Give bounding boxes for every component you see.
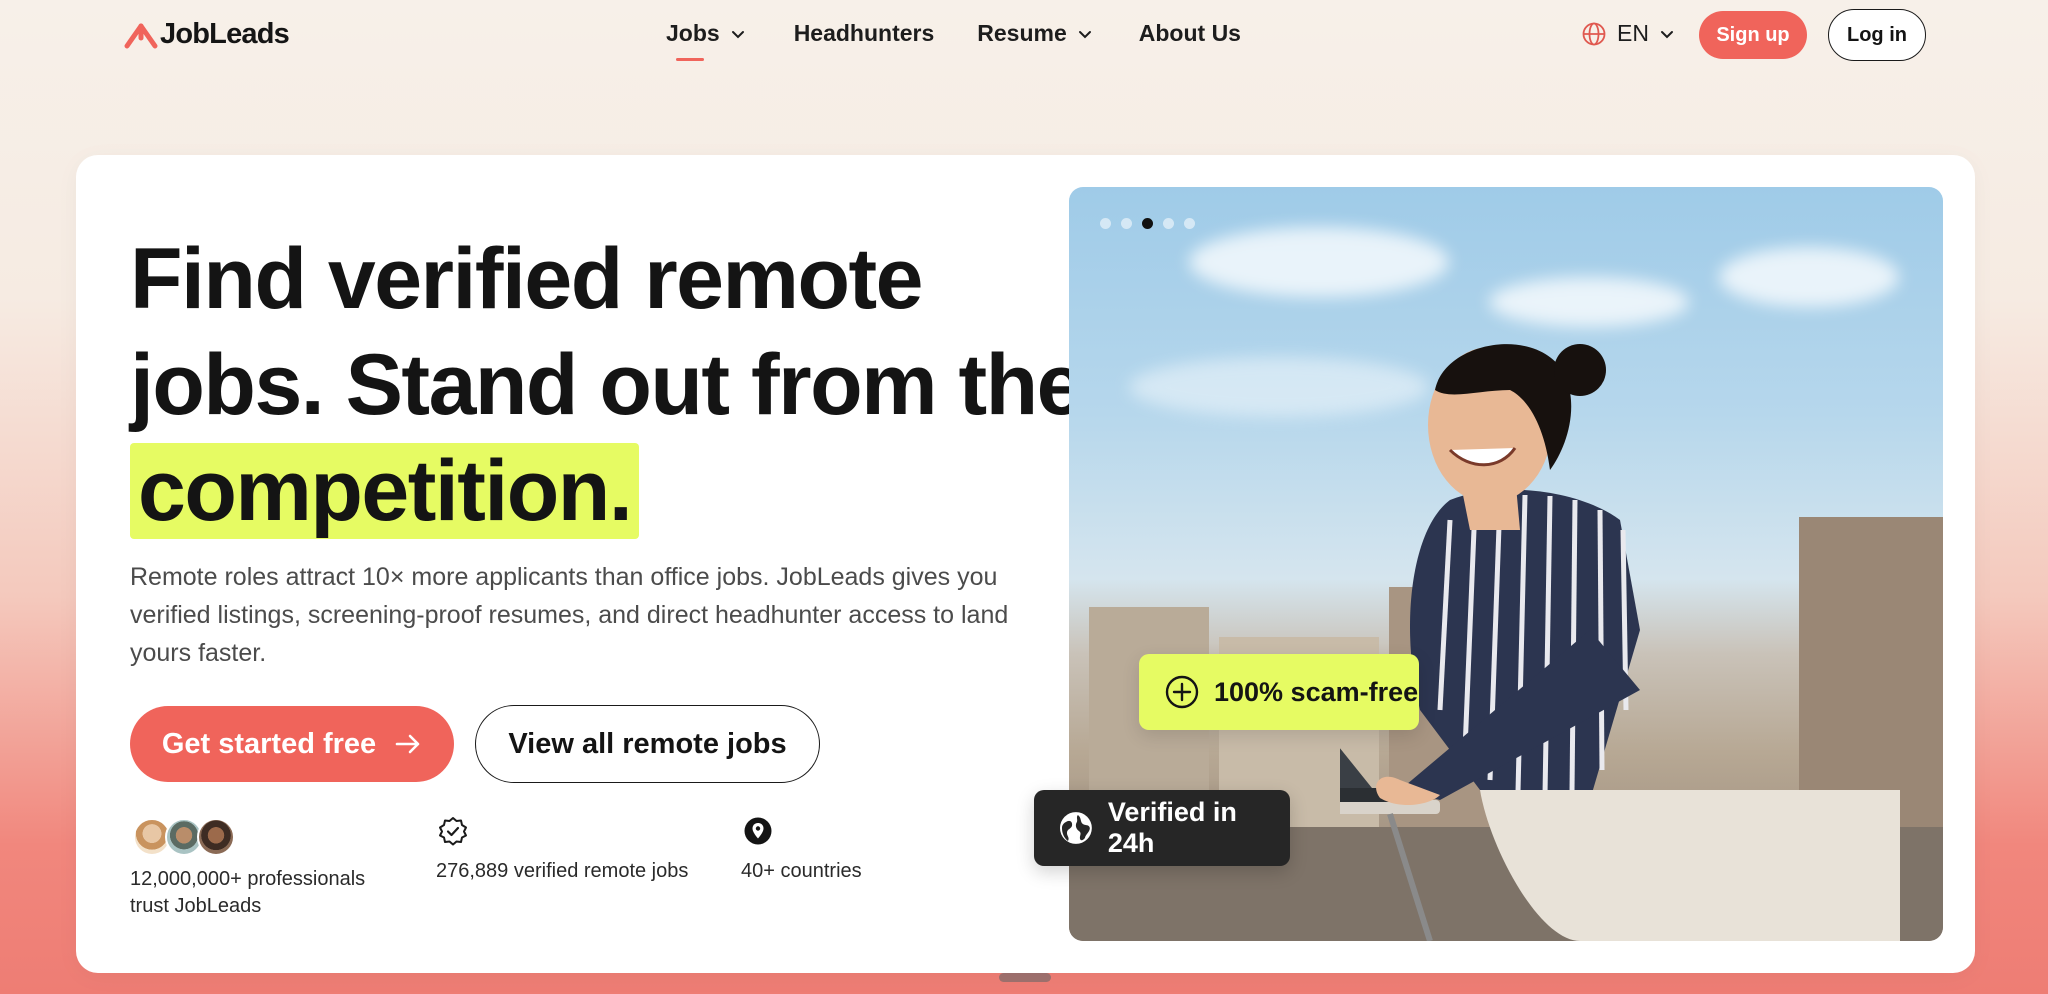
cloud bbox=[1189, 227, 1449, 297]
carousel-dot-active[interactable] bbox=[1142, 218, 1153, 229]
verified-24h-badge: Verified in 24h bbox=[1034, 790, 1290, 866]
stat-verified-jobs-text: 276,889 verified remote jobs bbox=[436, 860, 689, 882]
headline-line-1: Find verified remote bbox=[130, 231, 923, 327]
nav-jobs-label: Jobs bbox=[666, 20, 720, 46]
nav-about-us-label: About Us bbox=[1138, 20, 1241, 46]
chevron-down-icon bbox=[731, 30, 744, 38]
scroll-handle[interactable] bbox=[999, 973, 1051, 982]
stat-verified-jobs: 276,889 verified remote jobs bbox=[436, 816, 688, 885]
scam-free-label: 100% scam-free bbox=[1214, 676, 1419, 707]
top-nav: JobLeads Jobs Headhunters Resume About U… bbox=[0, 0, 2048, 72]
avatar-group bbox=[130, 818, 390, 856]
get-started-label: Get started free bbox=[161, 727, 377, 760]
nav-headhunters[interactable]: Headhunters bbox=[794, 20, 935, 47]
logo[interactable]: JobLeads bbox=[124, 18, 290, 51]
language-label: EN bbox=[1617, 20, 1649, 46]
get-started-button[interactable]: Get started free bbox=[130, 706, 454, 782]
globe-icon bbox=[1059, 812, 1092, 844]
globe-icon bbox=[1582, 22, 1606, 45]
login-button[interactable]: Log in bbox=[1828, 9, 1926, 61]
nav-resume-label: Resume bbox=[977, 20, 1067, 46]
verified-24h-label: Verified in 24h bbox=[1107, 797, 1237, 858]
carousel-dots bbox=[1100, 218, 1195, 229]
avatar bbox=[197, 818, 235, 856]
view-remote-jobs-button[interactable]: View all remote jobs bbox=[475, 705, 820, 783]
carousel-dot[interactable] bbox=[1163, 218, 1174, 229]
nav-headhunters-label: Headhunters bbox=[793, 20, 935, 46]
hero-headline: Find verified remote jobs. Stand out fro… bbox=[130, 226, 1084, 544]
plus-circle-icon bbox=[1165, 675, 1199, 709]
arrow-right-icon bbox=[395, 734, 420, 754]
logo-icon bbox=[124, 23, 158, 48]
signup-button[interactable]: Sign up bbox=[1699, 11, 1807, 59]
headline-highlight: competition. bbox=[130, 443, 640, 539]
headline-line-2: jobs. Stand out from the bbox=[130, 337, 1084, 433]
stat-professionals-text: 12,000,000+ professionals trust JobLeads bbox=[130, 868, 366, 917]
carousel-dot[interactable] bbox=[1100, 218, 1111, 229]
logo-text: JobLeads bbox=[160, 18, 290, 50]
scam-free-badge: 100% scam-free bbox=[1139, 654, 1419, 730]
verified-badge-icon bbox=[439, 817, 467, 846]
nav-jobs[interactable]: Jobs bbox=[666, 20, 746, 61]
carousel-dot[interactable] bbox=[1121, 218, 1132, 229]
stat-professionals: 12,000,000+ professionals trust JobLeads bbox=[130, 818, 390, 920]
cloud bbox=[1719, 247, 1899, 307]
location-pin-icon bbox=[744, 817, 772, 845]
woman-with-laptop-illustration bbox=[1340, 344, 1900, 941]
stat-countries: 40+ countries bbox=[741, 816, 862, 885]
nav-about-us[interactable]: About Us bbox=[1139, 20, 1241, 47]
language-selector[interactable]: EN bbox=[1581, 20, 1675, 47]
carousel-dot[interactable] bbox=[1184, 218, 1195, 229]
cloud bbox=[1489, 277, 1689, 327]
nav-resume[interactable]: Resume bbox=[977, 20, 1092, 47]
hero-subtitle: Remote roles attract 10× more applicants… bbox=[130, 563, 1009, 667]
chevron-down-icon bbox=[1660, 30, 1673, 38]
nav-links: Jobs Headhunters Resume About Us bbox=[666, 20, 1241, 61]
chevron-down-icon bbox=[1078, 30, 1091, 38]
stat-countries-text: 40+ countries bbox=[741, 860, 862, 882]
